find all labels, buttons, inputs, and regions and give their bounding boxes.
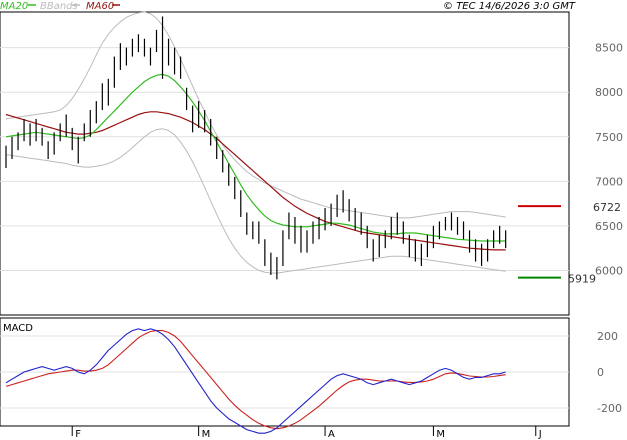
legend-ma60: MA60 bbox=[86, 1, 114, 12]
macd-tick-label: 0 bbox=[597, 366, 604, 379]
price-tick-label: 6500 bbox=[595, 220, 623, 233]
legend-ma20: MA20 bbox=[0, 1, 28, 12]
resistance-label: 6722 bbox=[593, 201, 621, 214]
macd-panel-label: MACD bbox=[3, 323, 33, 334]
month-label: J bbox=[538, 429, 542, 440]
price-tick-label: 6000 bbox=[595, 264, 623, 277]
price-tick-label: 8500 bbox=[595, 42, 623, 55]
price-tick-label: 8000 bbox=[595, 86, 623, 99]
macd-tick-label: 200 bbox=[597, 330, 618, 343]
support-label: 5919 bbox=[568, 273, 596, 286]
month-label: F bbox=[75, 429, 81, 440]
price-panel-frame bbox=[0, 11, 570, 316]
stock-chart: 6722 5919 6000 6500 7000 7500 8000 8500 -200 0 20… bbox=[0, 0, 627, 440]
price-tick-label: 7000 bbox=[595, 175, 623, 188]
legend: MA20 BBands MA60 bbox=[0, 1, 120, 12]
month-label: M bbox=[202, 429, 211, 440]
copyright-stamp: © TEC 14/6/2026 3:0 GMT bbox=[443, 1, 576, 12]
legend-bbands: BBands bbox=[40, 1, 78, 12]
month-label: A bbox=[328, 429, 335, 440]
price-tick-label: 7500 bbox=[595, 131, 623, 144]
month-label: M bbox=[436, 429, 445, 440]
macd-tick-label: -200 bbox=[597, 402, 622, 415]
